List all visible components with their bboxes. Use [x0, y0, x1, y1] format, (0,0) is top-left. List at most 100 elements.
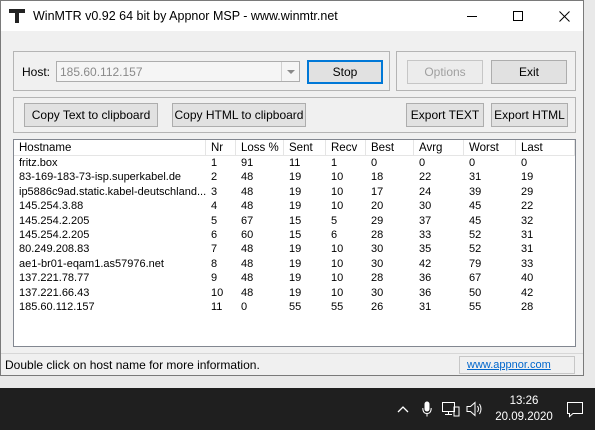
table-row[interactable]: 80.249.208.83 7 48 19 10 30 35 52 31	[14, 243, 575, 256]
close-button[interactable]	[541, 1, 587, 31]
table-cell: 30	[371, 286, 384, 299]
show-hidden-icons-button[interactable]	[395, 400, 411, 418]
table-cell: 55	[469, 301, 482, 313]
table-row[interactable]: 185.60.112.157 11 0 55 55 26 31 55 28	[14, 301, 575, 314]
table-cell: 10	[211, 286, 224, 299]
table-cell: 48	[241, 272, 254, 285]
control-group: Options Exit	[396, 51, 576, 91]
title-bar[interactable]: WinMTR v0.92 64 bit by Appnor MSP - www.…	[1, 1, 583, 31]
table-cell: 60	[241, 229, 254, 241]
minimize-button[interactable]	[449, 1, 495, 31]
stop-button[interactable]: Stop	[307, 60, 383, 84]
table-cell: 9	[211, 272, 218, 285]
table-row[interactable]: fritz.box 1 91 11 1 0 0 0 0	[14, 157, 575, 170]
column-header[interactable]: Worst	[464, 140, 516, 156]
table-cell: 45	[469, 200, 482, 213]
table-cell: 31	[419, 301, 432, 313]
volume-button[interactable]	[466, 400, 484, 418]
app-icon	[9, 9, 25, 23]
table-cell: 37	[419, 214, 432, 227]
column-header[interactable]: Recv	[326, 140, 366, 156]
export-html-button[interactable]: Export HTML	[491, 103, 568, 127]
table-cell: 10	[331, 185, 344, 198]
notification-icon	[567, 401, 583, 418]
table-cell: 50	[469, 286, 482, 299]
table-cell: 33	[419, 229, 432, 241]
table-row[interactable]: ip5886c9ad.static.kabel-deutschland.... 3…	[14, 186, 575, 199]
table-cell: 55	[289, 301, 302, 313]
options-button[interactable]: Options	[407, 60, 483, 84]
network-button[interactable]	[442, 400, 460, 418]
table-row[interactable]: 83-169-183-73-isp.superkabel.de 2 48 19 10 18…	[14, 171, 575, 184]
table-cell: 31	[521, 243, 534, 256]
column-header[interactable]: Avrg	[414, 140, 464, 156]
table-cell: 52	[469, 243, 482, 256]
table-cell: 10	[331, 286, 344, 299]
table-row[interactable]: 145.254.3.88 4 48 19 10 20 30 45 22	[14, 200, 575, 213]
exit-button[interactable]: Exit	[491, 60, 567, 84]
list-header: Hostname Nr Loss % Sent Recv Best Avrg Worst Las…	[14, 140, 575, 156]
taskbar: 13:26 20.09.2020	[0, 388, 595, 430]
close-icon	[558, 10, 570, 22]
action-center-button[interactable]	[566, 400, 584, 418]
table-cell: 36	[419, 286, 432, 299]
export-group: Copy Text to clipboard Copy HTML to clip…	[13, 97, 576, 133]
status-text: Double click on host name for more infor…	[5, 358, 260, 372]
table-cell: 42	[521, 286, 534, 299]
hostname-cell: 137.221.66.43	[19, 286, 90, 299]
table-cell: 22	[419, 171, 432, 184]
column-header[interactable]: Sent	[284, 140, 326, 156]
table-cell: 19	[289, 185, 302, 198]
table-cell: 6	[331, 229, 338, 241]
winmtr-window: WinMTR v0.92 64 bit by Appnor MSP - www.…	[0, 0, 584, 376]
dropdown-arrow[interactable]	[281, 62, 299, 81]
column-header[interactable]: Hostname	[14, 140, 206, 156]
hostname-cell: ip5886c9ad.static.kabel-deutschland....	[19, 185, 206, 198]
table-cell: 91	[241, 157, 254, 169]
table-cell: 0	[241, 301, 248, 313]
table-row[interactable]: 137.221.66.43 10 48 19 10 30 36 50 42	[14, 287, 575, 300]
table-cell: 67	[241, 214, 254, 227]
table-cell: 0	[521, 157, 528, 169]
table-cell: 28	[521, 301, 534, 313]
table-cell: 19	[289, 171, 302, 184]
table-cell: 48	[241, 243, 254, 256]
column-header[interactable]: Best	[366, 140, 414, 156]
hostname-cell: 83-169-183-73-isp.superkabel.de	[19, 171, 182, 184]
table-row[interactable]: ae1-br01-eqam1.as57976.net 8 48 19 10 30 42 79 3…	[14, 258, 575, 271]
table-cell: 19	[521, 171, 534, 184]
copy-html-button[interactable]: Copy HTML to clipboard	[172, 103, 306, 127]
hostname-cell: 145.254.2.205	[19, 214, 90, 227]
host-combobox[interactable]	[56, 61, 300, 82]
maximize-button[interactable]	[495, 1, 541, 31]
table-cell: 6	[211, 229, 218, 241]
table-cell: 32	[521, 214, 534, 227]
hostname-cell: 145.254.3.88	[19, 200, 84, 213]
appnor-link[interactable]: www.appnor.com	[467, 359, 551, 371]
table-cell: 42	[419, 257, 432, 270]
column-header[interactable]: Last	[516, 140, 575, 156]
clock-date: 20.09.2020	[495, 411, 553, 423]
table-row[interactable]: 137.221.78.77 9 48 19 10 28 36 67 40	[14, 272, 575, 285]
table-row[interactable]: 145.254.2.205 6 60 15 6 28 33 52 31	[14, 229, 575, 242]
table-cell: 28	[371, 229, 384, 241]
table-cell: 48	[241, 185, 254, 198]
column-header[interactable]: Loss %	[236, 140, 284, 156]
host-input[interactable]	[57, 62, 282, 81]
table-cell: 3	[211, 185, 218, 198]
table-row[interactable]: 145.254.2.205 5 67 15 5 29 37 45 32	[14, 215, 575, 228]
table-cell: 29	[371, 214, 384, 227]
column-header[interactable]: Nr	[206, 140, 236, 156]
microphone-button[interactable]	[420, 400, 434, 418]
copy-text-button[interactable]: Copy Text to clipboard	[24, 103, 158, 127]
export-text-button[interactable]: Export TEXT	[406, 103, 484, 127]
table-cell: 19	[289, 272, 302, 285]
table-cell: 11	[289, 157, 301, 169]
table-cell: 7	[211, 243, 218, 256]
table-cell: 10	[331, 257, 344, 270]
table-cell: 39	[469, 185, 482, 198]
taskbar-clock[interactable]: 13:26 20.09.2020	[490, 393, 558, 425]
network-icon	[442, 402, 460, 417]
hops-list[interactable]: Hostname Nr Loss % Sent Recv Best Avrg Worst Las…	[13, 139, 576, 347]
table-cell: 31	[469, 171, 482, 184]
